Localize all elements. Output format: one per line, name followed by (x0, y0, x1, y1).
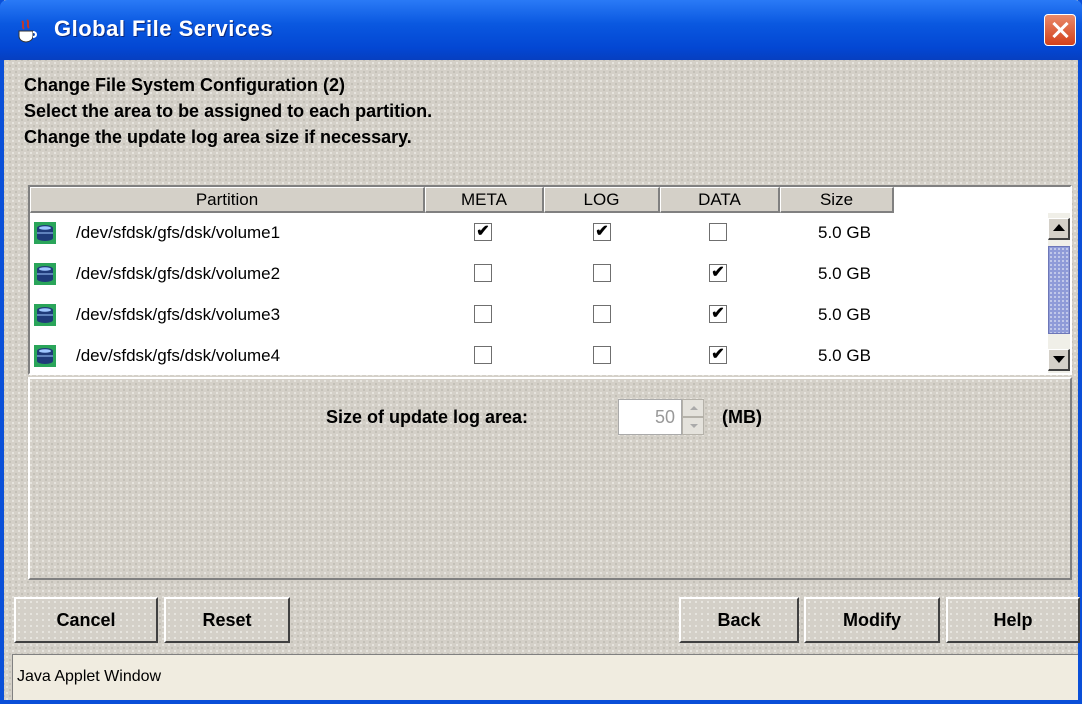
partition-size: 5.0 GB (818, 264, 871, 283)
column-header-log[interactable]: LOG (544, 187, 660, 213)
scroll-up-button[interactable] (1048, 218, 1070, 240)
arrow-up-icon (690, 406, 698, 410)
log-area-unit-label: (MB) (722, 407, 762, 427)
instructions: Change File System Configuration (2) Sel… (24, 72, 432, 150)
partition-table: Partition META LOG DATA Size /dev/sfdsk/… (28, 185, 1072, 375)
disk-drive-icon (34, 222, 56, 244)
vertical-scrollbar[interactable] (1048, 213, 1070, 373)
arrow-down-icon (690, 424, 698, 428)
column-header-data[interactable]: DATA (660, 187, 780, 213)
log-checkbox[interactable]: ✔ (593, 223, 611, 241)
reset-button[interactable]: Reset (164, 597, 290, 643)
table-row[interactable]: /dev/sfdsk/gfs/dsk/volume1 ✔ ✔ 5.0 GB (30, 213, 1046, 254)
disk-drive-icon (34, 263, 56, 285)
scroll-thumb[interactable] (1048, 246, 1070, 334)
partition-path: /dev/sfdsk/gfs/dsk/volume2 (76, 264, 281, 283)
log-checkbox[interactable] (593, 305, 611, 323)
spinner-buttons (682, 399, 704, 435)
data-checkbox[interactable]: ✔ (709, 264, 727, 282)
partition-size: 5.0 GB (818, 305, 871, 324)
disk-drive-icon (34, 304, 56, 326)
log-area-size-spinner[interactable]: 50 (618, 399, 704, 435)
log-area-panel: Size of update log area: 50 (MB) (28, 377, 1072, 580)
meta-checkbox[interactable] (474, 346, 492, 364)
table-row[interactable]: /dev/sfdsk/gfs/dsk/volume3 ✔ 5.0 GB (30, 295, 1046, 336)
help-button[interactable]: Help (946, 597, 1080, 643)
scroll-down-button[interactable] (1048, 349, 1070, 371)
partition-size: 5.0 GB (818, 223, 871, 242)
arrow-up-icon (1053, 224, 1065, 231)
data-checkbox[interactable]: ✔ (709, 305, 727, 323)
meta-checkbox[interactable]: ✔ (474, 223, 492, 241)
table-row[interactable]: /dev/sfdsk/gfs/dsk/volume4 ✔ 5.0 GB (30, 336, 1046, 373)
table-body: /dev/sfdsk/gfs/dsk/volume1 ✔ ✔ 5.0 GB /d… (30, 213, 1046, 373)
cancel-button[interactable]: Cancel (14, 597, 158, 643)
partition-size: 5.0 GB (818, 346, 871, 365)
column-header-partition[interactable]: Partition (30, 187, 425, 213)
disk-drive-icon (34, 345, 56, 367)
partition-path: /dev/sfdsk/gfs/dsk/volume4 (76, 346, 281, 365)
column-header-meta[interactable]: META (425, 187, 544, 213)
instruction-line: Change the update log area size if neces… (24, 127, 412, 147)
partition-path: /dev/sfdsk/gfs/dsk/volume3 (76, 305, 281, 324)
spinner-up-button[interactable] (682, 399, 704, 417)
java-coffee-icon (18, 19, 37, 43)
log-checkbox[interactable] (593, 346, 611, 364)
table-row[interactable]: /dev/sfdsk/gfs/dsk/volume2 ✔ 5.0 GB (30, 254, 1046, 295)
instruction-line: Select the area to be assigned to each p… (24, 101, 433, 121)
back-button[interactable]: Back (679, 597, 799, 643)
modify-button[interactable]: Modify (804, 597, 940, 643)
meta-checkbox[interactable] (474, 264, 492, 282)
instruction-heading: Change File System Configuration (2) (24, 75, 346, 95)
data-checkbox[interactable] (709, 223, 727, 241)
data-checkbox[interactable]: ✔ (709, 346, 727, 364)
global-file-services-window: Global File Services Change File System … (0, 0, 1082, 704)
log-checkbox[interactable] (593, 264, 611, 282)
arrow-down-icon (1053, 356, 1065, 363)
log-area-size-label: Size of update log area: (326, 407, 529, 427)
table-header: Partition META LOG DATA Size (30, 187, 1070, 213)
status-bar: Java Applet Window (12, 654, 1078, 700)
close-button[interactable] (1044, 14, 1076, 46)
meta-checkbox[interactable] (474, 305, 492, 323)
log-area-size-field[interactable]: 50 (618, 399, 682, 435)
window-title: Global File Services (54, 16, 274, 41)
title-bar[interactable]: Global File Services (0, 0, 1082, 60)
partition-path: /dev/sfdsk/gfs/dsk/volume1 (76, 223, 281, 242)
column-header-size[interactable]: Size (780, 187, 894, 213)
spinner-down-button[interactable] (682, 417, 704, 435)
